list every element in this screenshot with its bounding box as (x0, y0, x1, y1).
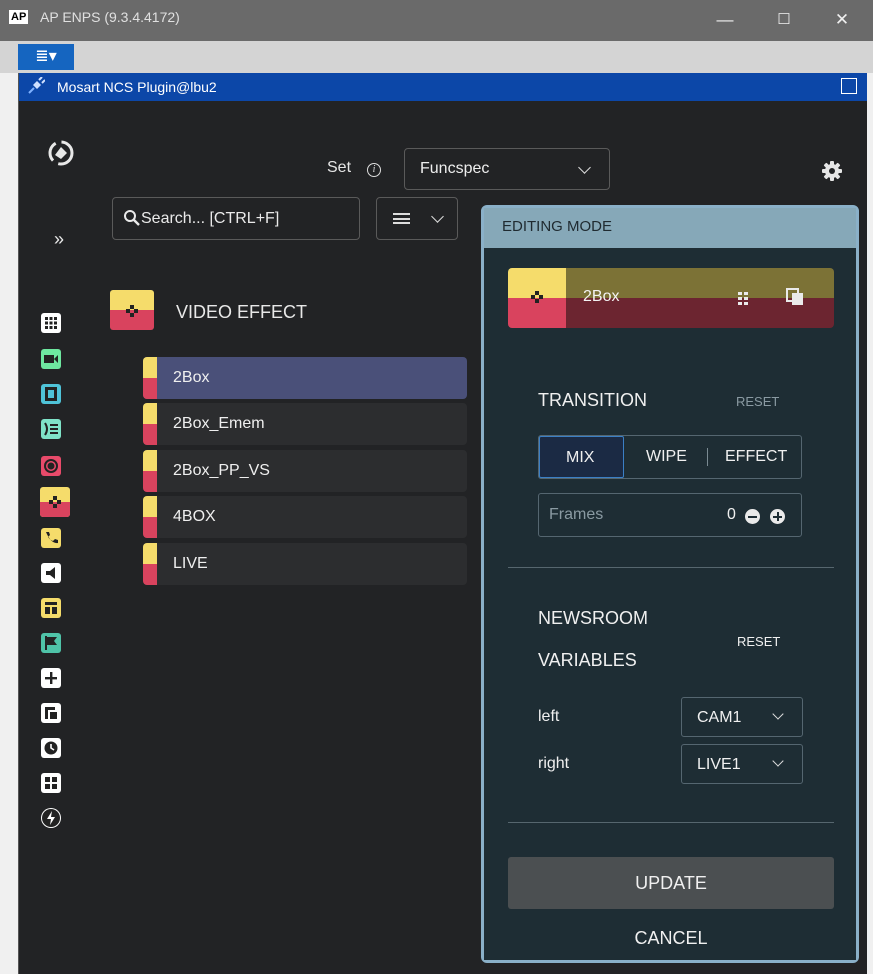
list-item[interactable]: 2Box_PP_VS (143, 450, 467, 492)
increment-icon[interactable] (770, 509, 785, 524)
editing-header: EDITING MODE (484, 208, 856, 248)
plugin-title: Mosart NCS Plugin@lbu2 (57, 79, 217, 95)
newsroom-reset-button[interactable]: RESET (737, 634, 780, 649)
list-item-label: 4BOX (173, 508, 216, 525)
transition-effect-button[interactable]: EFFECT (725, 448, 787, 466)
popout-icon[interactable] (841, 78, 857, 94)
transition-wipe-button[interactable]: WIPE (646, 448, 687, 466)
expand-sidebar-button[interactable]: » (54, 229, 64, 250)
editing-panel: EDITING MODE 2Box TRANSITION RESET MIX W… (481, 205, 859, 963)
app-logo: AP (9, 10, 29, 24)
divider (508, 822, 834, 823)
list-item[interactable]: 2Box (143, 357, 467, 399)
sidebar-clock-icon[interactable] (41, 738, 61, 758)
window-titlebar: AP AP ENPS (9.3.4.4172) — ☐ ✕ (0, 0, 873, 41)
chevron-down-icon (772, 708, 784, 720)
search-input[interactable]: Search... [CTRL+F] (141, 210, 279, 228)
list-item[interactable]: 2Box_Emem (143, 403, 467, 445)
chevron-down-icon (431, 210, 444, 223)
video-effect-icon (508, 268, 566, 328)
video-effect-category-icon (110, 290, 154, 330)
info-icon[interactable]: i (367, 163, 381, 177)
sidebar-grid-icon[interactable] (41, 313, 61, 333)
transition-type-selector: MIX WIPE EFFECT (538, 435, 802, 479)
minimize-button[interactable]: — (705, 6, 745, 34)
drag-handle-icon[interactable] (736, 290, 750, 306)
variable-label-right: right (538, 755, 570, 772)
sidebar-lightning-icon[interactable] (41, 808, 61, 828)
transition-title: TRANSITION (538, 390, 648, 410)
list-item[interactable]: LIVE (143, 543, 467, 585)
variable-right-value: LIVE1 (697, 756, 741, 773)
selected-item-card: 2Box (508, 268, 834, 328)
sidebar-video-effect-icon[interactable] (40, 487, 70, 517)
plugin-window: Mosart NCS Plugin@lbu2 Set i Funcspec » (18, 73, 867, 974)
variable-label-left: left (538, 708, 560, 725)
sidebar-voiceover-icon[interactable] (41, 419, 61, 439)
frames-value[interactable]: 0 (727, 506, 736, 524)
set-label: Set (327, 159, 352, 176)
editing-body: 2Box TRANSITION RESET MIX WIPE EFFECT Fr… (484, 248, 856, 960)
sidebar-layout-icon[interactable] (41, 598, 61, 618)
plug-icon (28, 77, 45, 94)
sidebar-graphics-icon[interactable] (41, 703, 61, 723)
sidebar-record-icon[interactable] (41, 456, 61, 476)
sidebar-plus-icon[interactable] (41, 668, 61, 688)
category-title: VIDEO EFFECT (176, 302, 308, 322)
window-title: AP ENPS (9.3.4.4172) (40, 9, 180, 25)
copy-icon[interactable] (786, 288, 804, 306)
sidebar-camera-icon[interactable] (41, 349, 61, 369)
mosart-logo-icon (48, 140, 74, 166)
selected-item-name: 2Box (583, 288, 620, 305)
maximize-button[interactable]: ☐ (764, 6, 804, 34)
cancel-button[interactable]: CANCEL (508, 923, 834, 953)
plugin-panel: Set i Funcspec » Search... [CTRL+F] VIDE… (19, 101, 867, 974)
variable-right-dropdown[interactable]: LIVE1 (681, 744, 803, 784)
sidebar-flag-icon[interactable] (41, 633, 61, 653)
decrement-icon[interactable] (745, 509, 760, 524)
newsroom-title-line1: NEWSROOM (538, 608, 648, 628)
frames-stepper: Frames 0 (538, 493, 802, 537)
set-dropdown[interactable]: Funcspec (404, 148, 610, 190)
list-item-label: LIVE (173, 555, 208, 572)
list-item[interactable]: 4BOX (143, 496, 467, 538)
sidebar-film-icon[interactable] (41, 384, 61, 404)
divider (508, 567, 834, 568)
variable-left-dropdown[interactable]: CAM1 (681, 697, 803, 737)
main-menu-button[interactable]: ≣▾ (18, 44, 74, 70)
update-button[interactable]: UPDATE (508, 857, 834, 909)
set-dropdown-value: Funcspec (420, 160, 490, 177)
list-item-label: 2Box_PP_VS (173, 462, 270, 479)
sidebar-audio-icon[interactable] (41, 563, 61, 583)
gear-icon[interactable] (821, 160, 843, 182)
editing-mode-title: EDITING MODE (502, 218, 613, 235)
sidebar-table-icon[interactable] (41, 773, 61, 793)
chevron-down-icon (578, 161, 591, 174)
transition-reset-button[interactable]: RESET (736, 394, 779, 409)
variable-left-value: CAM1 (697, 709, 742, 726)
menu-bar: ≣▾ (0, 41, 873, 73)
view-mode-dropdown[interactable] (376, 197, 458, 240)
search-box[interactable]: Search... [CTRL+F] (112, 197, 360, 240)
transition-mix-button[interactable]: MIX (539, 436, 624, 478)
close-button[interactable]: ✕ (822, 6, 862, 34)
newsroom-title-line2: VARIABLES (538, 650, 637, 670)
list-item-label: 2Box_Emem (173, 415, 265, 432)
list-view-icon (393, 213, 410, 224)
plugin-titlebar: Mosart NCS Plugin@lbu2 (19, 73, 867, 101)
chevron-down-icon (772, 755, 784, 767)
divider (707, 448, 708, 466)
list-item-label: 2Box (173, 369, 210, 386)
sidebar-phone-icon[interactable] (41, 528, 61, 548)
search-icon (124, 210, 140, 226)
frames-label: Frames (549, 506, 604, 523)
